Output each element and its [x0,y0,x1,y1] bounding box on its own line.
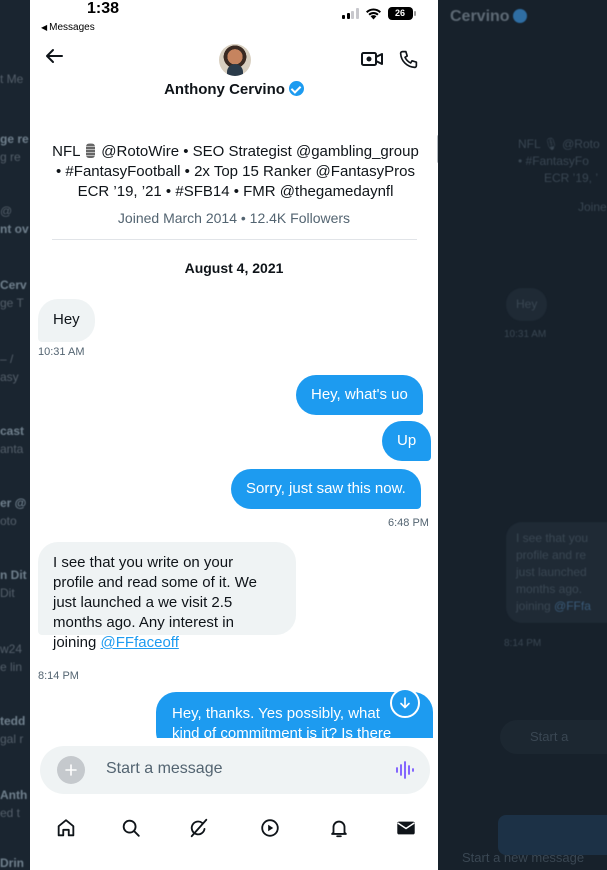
background-snippet: ge re [0,132,29,146]
background-snippet: n Dit [0,568,27,582]
tab-home[interactable] [52,814,80,842]
message-bubble-incoming[interactable]: Hey [38,299,95,342]
message-timestamp: 10:31 AM [38,346,85,358]
arrow-down-icon [400,697,410,709]
wifi-icon [365,7,381,19]
back-arrow-icon[interactable] [42,44,66,68]
phone-screen: 1:38 ◀ Messages 26 Anthony Cervino NFL @… [30,0,438,870]
background-snippet: asy [0,370,19,384]
background-snippet: tedd [0,714,26,728]
video-call-icon[interactable] [361,50,383,68]
message-timestamp: 6:48 PM [388,517,429,529]
plus-icon [65,764,77,776]
voice-message-icon[interactable] [394,760,414,780]
background-conversation: Cervino NFL 🎙 @Roto • #FantasyFo ECR ’19… [438,0,607,870]
background-start-message: Start a new message [462,850,585,865]
message-timestamp: 8:14 PM [38,670,79,682]
message-bubble-outgoing[interactable]: Sorry, just saw this now. [231,469,421,509]
background-snippet: Cerv [0,278,27,292]
tab-grok[interactable] [185,814,213,842]
background-bubble: I see that you profile and re just launc… [506,522,607,623]
messages-icon [397,821,415,835]
contact-name[interactable]: Anthony Cervino [30,81,438,98]
signal-icon [342,7,359,19]
background-timestamp: 10:31 AM [504,329,547,340]
background-snippet: anta [0,442,24,456]
tab-search[interactable] [117,814,145,842]
background-snippet: ge T [0,296,24,310]
grok-icon [190,818,208,838]
status-icons: 26 [342,6,416,20]
background-snippet: ed t [0,806,21,820]
back-to-messages-link[interactable]: ◀ Messages [41,22,95,33]
message-bubble-outgoing[interactable]: Up [382,421,432,461]
background-snippet: – / [0,352,14,366]
video-icon [261,819,279,837]
background-snippet: oto [0,514,17,528]
background-snippet: t Me [0,72,24,86]
background-sidebar: t Me ge re g re @ nt ov Cerv ge T – / as… [0,0,30,870]
background-snippet: e lin [0,660,23,674]
background-snippet: nt ov [0,222,29,236]
microphone-icon [86,143,96,158]
background-timestamp: 8:14 PM [504,638,542,649]
tab-video[interactable] [256,814,284,842]
background-title: Cervino [450,8,527,26]
mention-link[interactable]: @FFfaceoff [101,634,179,651]
background-snippet: Drin [0,856,24,870]
verified-badge-icon [288,81,304,96]
scroll-to-bottom-button[interactable] [390,688,420,718]
add-attachment-button[interactable] [57,756,85,784]
message-input[interactable]: Start a message [106,760,223,778]
profile-bio: NFL @RotoWire • SEO Strategist @gambling… [48,142,423,202]
message-composer[interactable]: Start a message [40,746,430,794]
background-input: Start a [500,720,607,754]
search-icon [122,819,140,837]
bio-line: ECR ’19, ’21 • #SFB14 • FMR @thegamedayn… [77,183,394,200]
status-bar: 1:38 ◀ Messages 26 [30,0,438,40]
date-separator: August 4, 2021 [184,260,284,276]
back-to-messages-label: Messages [49,22,95,33]
background-bubble: Hey [506,288,548,321]
bottom-tab-bar [30,808,438,848]
bio-line: • #FantasyFootball • 2x Top 15 Ranker @F… [56,163,415,180]
scrollbar[interactable] [437,135,438,163]
divider [52,239,417,240]
background-snippet: Dit [0,586,15,600]
avatar[interactable] [219,44,251,76]
message-bubble-outgoing[interactable]: Hey, what's uo [296,375,423,415]
bio-line: NFL @RotoWire • SEO Strategist @gambling… [52,143,419,160]
message-bubble-incoming[interactable]: I see that you write on your profile and… [38,542,296,651]
background-bio: NFL 🎙 @Roto • #FantasyFo ECR ’19, ’ Join… [518,137,607,214]
background-snippet: gal r [0,732,24,746]
notifications-icon [331,820,347,838]
background-snippet: Anth [0,788,28,802]
joined-info: Joined March 2014 • 12.4K Followers [117,210,351,226]
background-snippet: cast [0,424,25,438]
tab-messages[interactable] [392,814,420,842]
phone-call-icon[interactable] [398,49,419,70]
home-icon [57,819,75,837]
status-time: 1:38 [87,0,120,17]
background-button [498,815,607,855]
battery-icon: 26 [387,6,416,20]
background-snippet: g re [0,150,21,164]
conversation-header: Anthony Cervino [30,40,438,110]
background-snippet: w24 [0,642,23,656]
background-snippet: @ [0,204,13,218]
tab-notifications[interactable] [325,814,353,842]
message-thread[interactable]: NFL @RotoWire • SEO Strategist @gambling… [30,110,438,738]
background-snippet: er @ [0,496,27,510]
